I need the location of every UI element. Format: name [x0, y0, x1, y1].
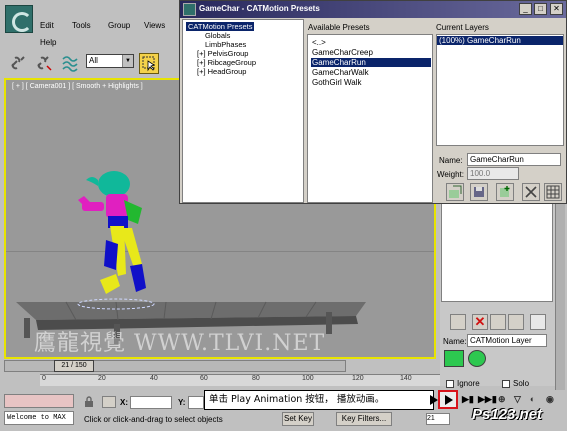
- paste-layer-icon[interactable]: [508, 314, 524, 330]
- set-key-button[interactable]: Set Key: [282, 412, 314, 426]
- save-preset-icon[interactable]: [470, 183, 488, 201]
- site-logo: Ps123.net: [472, 406, 543, 423]
- tree-item-limbphases[interactable]: LimbPhases: [205, 40, 246, 49]
- menu-tools[interactable]: Tools: [72, 21, 91, 30]
- welcome-field[interactable]: Welcome to MAX: [4, 411, 74, 425]
- menu-help[interactable]: Help: [40, 38, 56, 47]
- selection-filter-dropdown[interactable]: All ▼: [86, 54, 134, 68]
- layer-name-field[interactable]: CATMotion Layer: [467, 334, 547, 347]
- menu-views[interactable]: Views: [144, 21, 165, 30]
- 3dsmax-logo[interactable]: [5, 5, 33, 33]
- add-layer-icon[interactable]: [496, 183, 514, 201]
- current-layer-item[interactable]: (100%) GameCharRun: [437, 36, 563, 45]
- list-item[interactable]: GothGirl Walk: [311, 78, 431, 87]
- tick-label: 0: [42, 375, 46, 382]
- timeslider-track[interactable]: [56, 360, 346, 372]
- copy-layer-icon[interactable]: [490, 314, 506, 330]
- watermark: 鷹龍視覺 WWW.TLVI.NET: [34, 331, 326, 356]
- app-icon: [183, 3, 196, 16]
- layer-color-swatch[interactable]: [444, 350, 464, 367]
- window-titlebar[interactable]: GameChar - CATMotion Presets _ □ ✕: [180, 1, 566, 18]
- available-presets-list[interactable]: <..> GameCharCreep GameCharRun GameCharW…: [307, 34, 433, 203]
- preset-name-label: Name:: [439, 156, 463, 165]
- tick-label: 100: [302, 375, 314, 382]
- ignore-checkbox[interactable]: [446, 380, 454, 388]
- remove-layer-icon[interactable]: [522, 183, 540, 201]
- time-config-icon[interactable]: ▽: [514, 394, 521, 405]
- menu-edit[interactable]: Edit: [40, 21, 54, 30]
- delete-layer-icon[interactable]: ✕: [472, 314, 488, 330]
- chevron-down-icon[interactable]: ▼: [122, 55, 133, 67]
- go-to-end-icon[interactable]: ▶▶▮: [478, 394, 497, 405]
- zoom-icon[interactable]: ◉: [546, 394, 554, 405]
- y-coordinate-field[interactable]: [188, 396, 204, 409]
- key-filters-button[interactable]: Key Filters...: [336, 412, 392, 426]
- unlink-icon[interactable]: [34, 53, 54, 73]
- ignore-label: Ignore: [457, 379, 480, 388]
- timeslider-thumb[interactable]: 21 / 150: [54, 360, 94, 372]
- x-label: X:: [120, 398, 128, 407]
- grid-view-icon[interactable]: [544, 183, 562, 201]
- play-animation-button[interactable]: [438, 390, 458, 409]
- callout-arrow-icon: [430, 395, 438, 405]
- maximize-icon[interactable]: □: [534, 3, 547, 15]
- tree-item-headgroup[interactable]: [+] HeadGroup: [197, 67, 246, 76]
- x-coordinate-field[interactable]: [130, 396, 172, 409]
- tick-label: 140: [400, 375, 412, 382]
- tick-label: 40: [150, 375, 158, 382]
- list-item[interactable]: GameCharWalk: [311, 68, 431, 77]
- selection-filter-value: All: [89, 56, 98, 65]
- preset-name-field[interactable]: GameCharRun: [467, 153, 561, 166]
- minimize-icon[interactable]: _: [519, 3, 532, 15]
- solo-label: Solo: [513, 379, 530, 388]
- next-frame-icon[interactable]: ▶▮: [462, 394, 474, 405]
- weight-spinner[interactable]: 100.0: [467, 167, 519, 180]
- tick-label: 80: [252, 375, 260, 382]
- character-model: [78, 171, 146, 294]
- key-mode-icon[interactable]: ⊕: [498, 394, 506, 405]
- list-item[interactable]: <..>: [311, 38, 431, 47]
- current-layers-list[interactable]: (100%) GameCharRun: [436, 34, 564, 146]
- layer-options-icon[interactable]: [450, 314, 466, 330]
- preset-tree[interactable]: CATMotion Presets Globals LimbPhases [+]…: [182, 19, 304, 203]
- list-item-selected[interactable]: GameCharRun: [311, 58, 431, 67]
- orbit-icon[interactable]: ◐: [530, 394, 535, 404]
- solo-checkbox[interactable]: [502, 380, 510, 388]
- absolute-mode-icon[interactable]: [102, 396, 116, 408]
- tree-item-label: CATMotion Presets: [186, 22, 255, 31]
- tree-item-catmotion-presets[interactable]: CATMotion Presets: [186, 22, 255, 31]
- menu-group[interactable]: Group: [108, 21, 130, 30]
- list-item[interactable]: GameCharCreep: [311, 48, 431, 57]
- bind-spacewarp-icon[interactable]: [60, 53, 80, 73]
- catmotion-paw-icon[interactable]: [468, 350, 486, 367]
- catmotion-presets-window[interactable]: GameChar - CATMotion Presets _ □ ✕ CATMo…: [179, 0, 567, 204]
- tree-item-globals[interactable]: Globals: [205, 31, 230, 40]
- maxscript-listener[interactable]: [4, 394, 74, 408]
- tree-item-pelvisgroup[interactable]: [+] PelvisGroup: [197, 49, 248, 58]
- close-icon[interactable]: ✕: [550, 3, 563, 15]
- available-presets-header: Available Presets: [308, 23, 370, 32]
- layer-list[interactable]: [441, 198, 553, 302]
- timeslider-track-left: [4, 360, 56, 372]
- weight-label: Weight:: [437, 170, 464, 179]
- load-preset-icon[interactable]: [446, 183, 464, 201]
- tick-label: 120: [352, 375, 364, 382]
- window-title: GameChar - CATMotion Presets: [199, 4, 320, 13]
- status-prompt: Click or click-and-drag to select object…: [84, 415, 223, 424]
- layer-name-label: Name:: [443, 337, 467, 346]
- tree-item-ribcagegroup[interactable]: [+] RibcageGroup: [197, 58, 256, 67]
- y-label: Y:: [178, 398, 186, 407]
- current-layers-header: Current Layers: [436, 23, 489, 32]
- layer-manager-icon[interactable]: [530, 314, 546, 330]
- tick-label: 20: [98, 375, 106, 382]
- link-icon[interactable]: [8, 53, 28, 73]
- current-frame-field[interactable]: 21: [426, 413, 450, 425]
- lock-icon[interactable]: [84, 396, 94, 408]
- select-object-button[interactable]: [139, 53, 159, 74]
- tick-label: 60: [200, 375, 208, 382]
- instruction-callout: 单击 Play Animation 按钮， 播放动画。: [204, 390, 434, 410]
